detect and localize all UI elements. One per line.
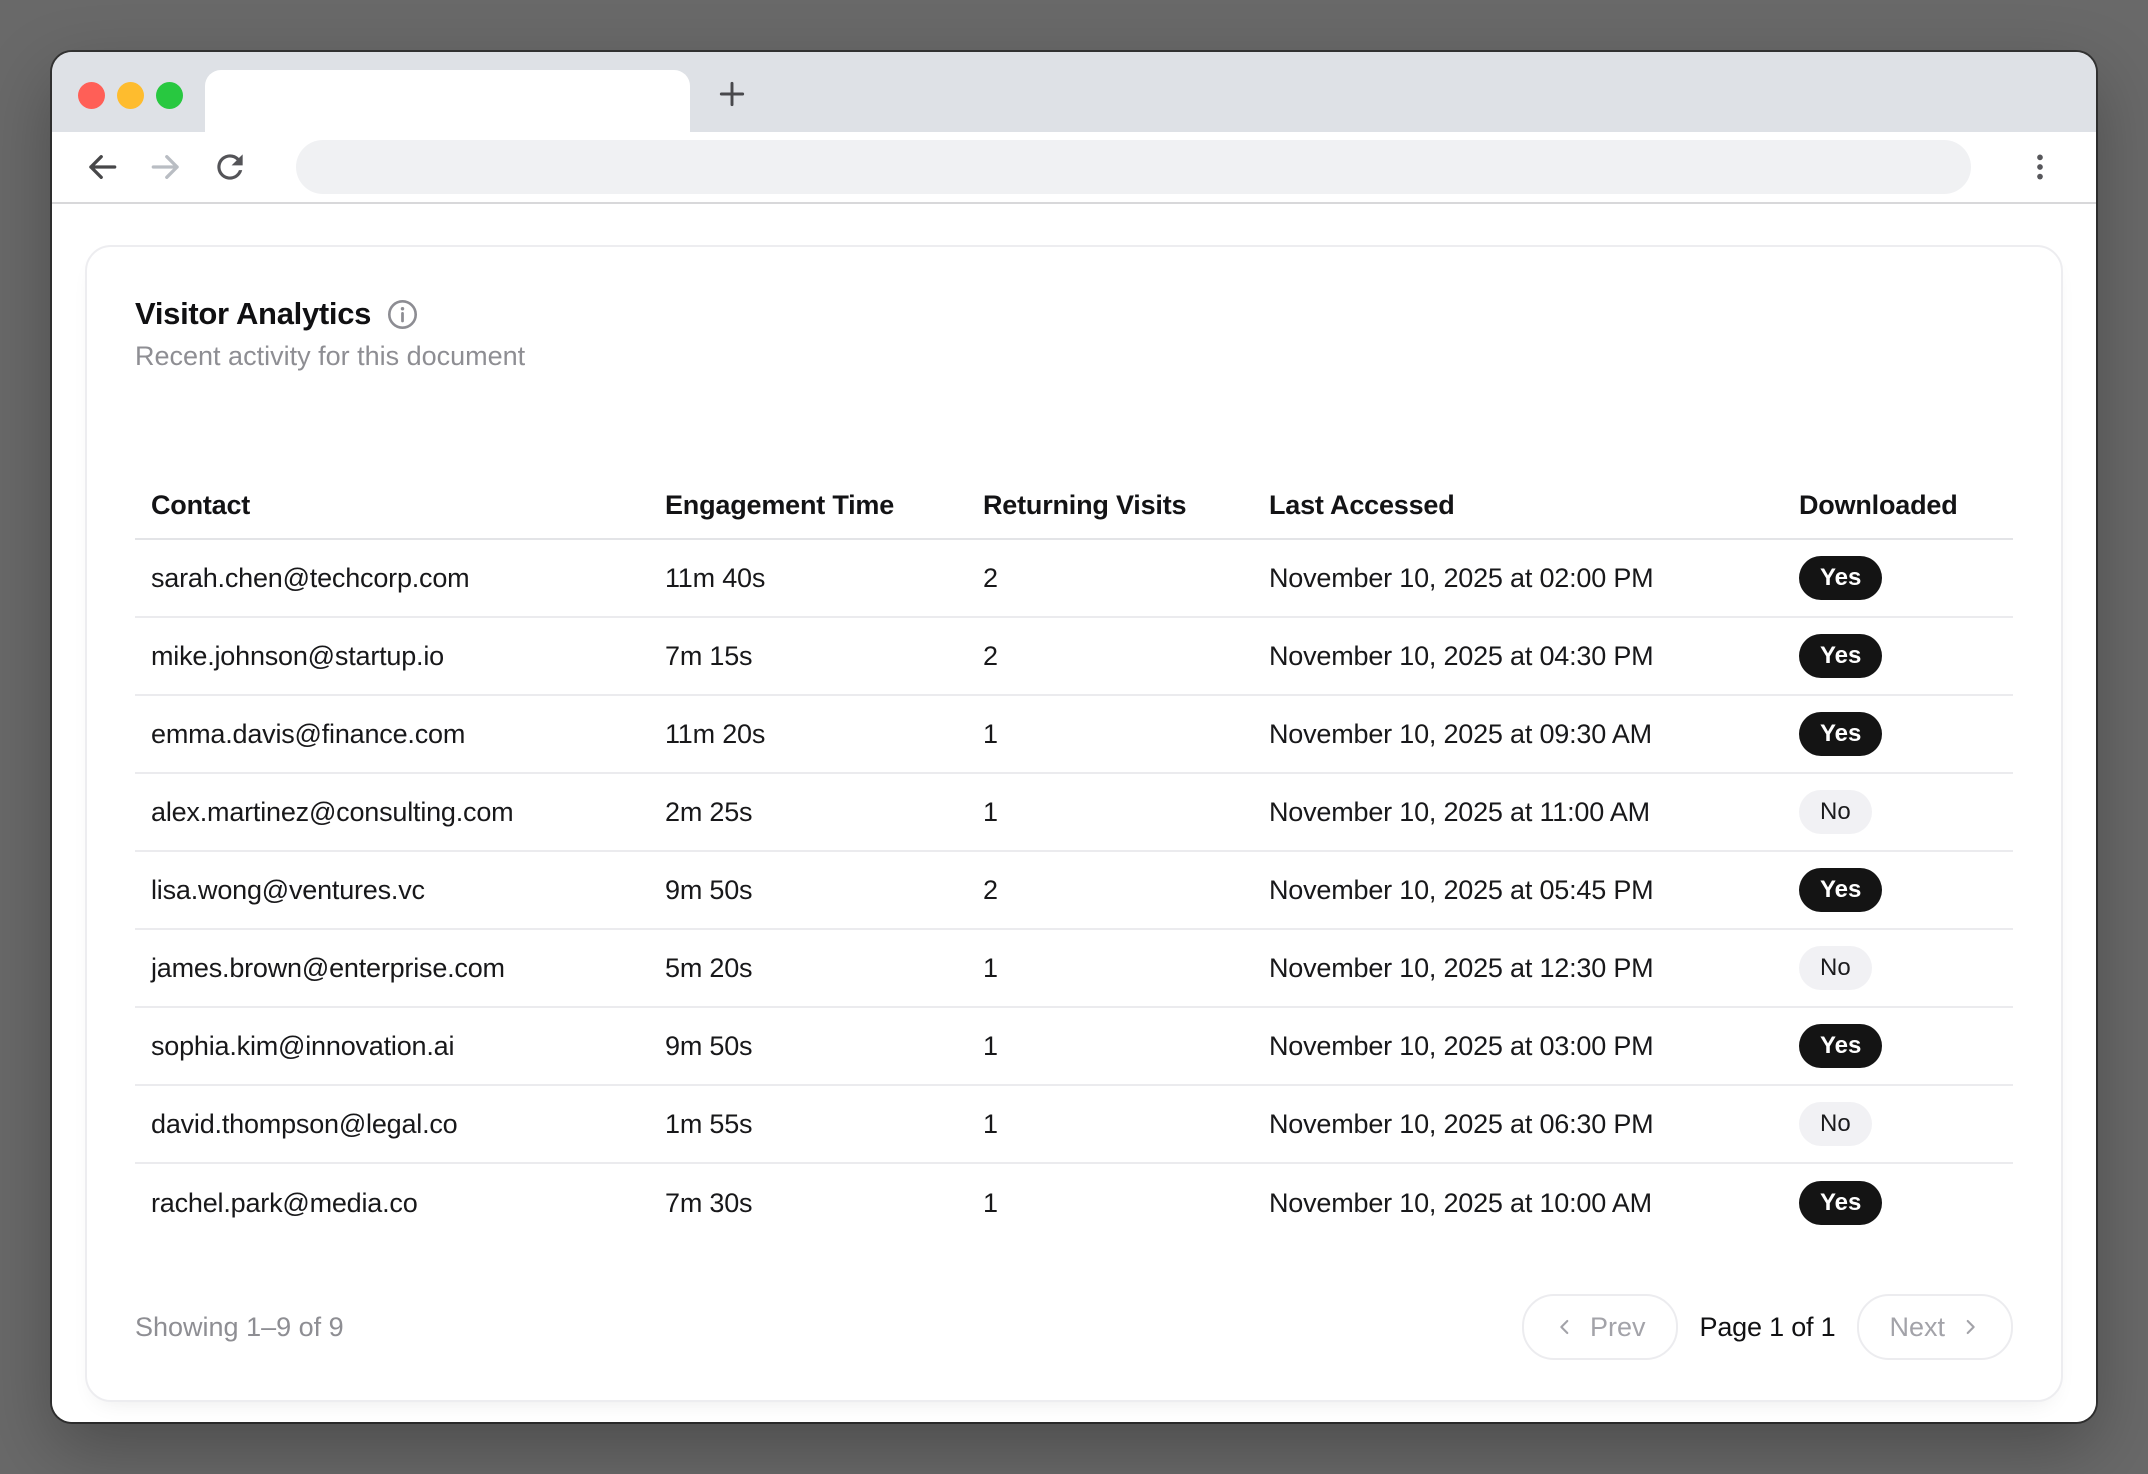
page-indicator: Page 1 of 1 <box>1700 1312 1836 1343</box>
engagement-time-cell: 9m 50s <box>665 1031 983 1062</box>
browser-tabstrip <box>52 52 2096 132</box>
engagement-time-cell: 9m 50s <box>665 875 983 906</box>
table-row: lisa.wong@ventures.vc 9m 50s 2 November … <box>135 852 2013 930</box>
returning-visits-cell: 1 <box>983 1031 1269 1062</box>
maximize-window-button[interactable] <box>156 82 183 109</box>
column-header-returning-visits: Returning Visits <box>983 490 1269 521</box>
table-row: mike.johnson@startup.io 7m 15s 2 Novembe… <box>135 618 2013 696</box>
contact-cell: david.thompson@legal.co <box>135 1109 665 1140</box>
visitor-analytics-card: Visitor Analytics Recent activity for th… <box>85 245 2063 1402</box>
engagement-time-cell: 5m 20s <box>665 953 983 984</box>
table-row: james.brown@enterprise.com 5m 20s 1 Nove… <box>135 930 2013 1008</box>
contact-cell: sophia.kim@innovation.ai <box>135 1031 665 1062</box>
table-header-row: Contact Engagement Time Returning Visits… <box>135 490 2013 540</box>
last-accessed-cell: November 10, 2025 at 03:00 PM <box>1269 1031 1799 1062</box>
contact-cell: emma.davis@finance.com <box>135 719 665 750</box>
showing-count-text: Showing 1–9 of 9 <box>135 1312 344 1343</box>
returning-visits-cell: 1 <box>983 953 1269 984</box>
downloaded-badge: Yes <box>1799 868 1882 912</box>
browser-window: Visitor Analytics Recent activity for th… <box>52 52 2096 1422</box>
page-title: Visitor Analytics <box>135 296 371 332</box>
reload-button[interactable] <box>210 147 250 187</box>
engagement-time-cell: 11m 20s <box>665 719 983 750</box>
returning-visits-cell: 2 <box>983 875 1269 906</box>
contact-cell: sarah.chen@techcorp.com <box>135 563 665 594</box>
returning-visits-cell: 1 <box>983 797 1269 828</box>
engagement-time-cell: 11m 40s <box>665 563 983 594</box>
column-header-engagement-time: Engagement Time <box>665 490 983 521</box>
info-icon[interactable] <box>386 298 419 331</box>
table-row: emma.davis@finance.com 11m 20s 1 Novembe… <box>135 696 2013 774</box>
close-window-button[interactable] <box>78 82 105 109</box>
returning-visits-cell: 1 <box>983 1188 1269 1219</box>
window-controls <box>78 82 183 109</box>
table-row: rachel.park@media.co 7m 30s 1 November 1… <box>135 1164 2013 1242</box>
reload-icon <box>211 148 249 186</box>
next-page-label: Next <box>1889 1312 1945 1343</box>
table-footer: Showing 1–9 of 9 Prev Page 1 of 1 Next <box>135 1294 2013 1360</box>
back-arrow-icon <box>83 148 121 186</box>
contact-cell: mike.johnson@startup.io <box>135 641 665 672</box>
contact-cell: james.brown@enterprise.com <box>135 953 665 984</box>
last-accessed-cell: November 10, 2025 at 05:45 PM <box>1269 875 1799 906</box>
contact-cell: alex.martinez@consulting.com <box>135 797 665 828</box>
last-accessed-cell: November 10, 2025 at 11:00 AM <box>1269 797 1799 828</box>
pagination: Prev Page 1 of 1 Next <box>1522 1294 2013 1360</box>
downloaded-badge: Yes <box>1799 1024 1882 1068</box>
prev-page-label: Prev <box>1590 1312 1646 1343</box>
last-accessed-cell: November 10, 2025 at 12:30 PM <box>1269 953 1799 984</box>
engagement-time-cell: 7m 30s <box>665 1188 983 1219</box>
table-row: alex.martinez@consulting.com 2m 25s 1 No… <box>135 774 2013 852</box>
last-accessed-cell: November 10, 2025 at 02:00 PM <box>1269 563 1799 594</box>
downloaded-badge: Yes <box>1799 1181 1882 1225</box>
column-header-last-accessed: Last Accessed <box>1269 490 1799 521</box>
forward-arrow-icon <box>147 148 185 186</box>
downloaded-badge: Yes <box>1799 634 1882 678</box>
last-accessed-cell: November 10, 2025 at 09:30 AM <box>1269 719 1799 750</box>
engagement-time-cell: 1m 55s <box>665 1109 983 1140</box>
chevron-right-icon <box>1959 1316 1981 1338</box>
forward-button[interactable] <box>146 147 186 187</box>
prev-page-button[interactable]: Prev <box>1522 1294 1678 1360</box>
returning-visits-cell: 1 <box>983 719 1269 750</box>
contact-cell: rachel.park@media.co <box>135 1188 665 1219</box>
last-accessed-cell: November 10, 2025 at 04:30 PM <box>1269 641 1799 672</box>
visitor-table: Contact Engagement Time Returning Visits… <box>135 490 2013 1242</box>
browser-menu-button[interactable] <box>2020 147 2060 187</box>
last-accessed-cell: November 10, 2025 at 10:00 AM <box>1269 1188 1799 1219</box>
table-row: david.thompson@legal.co 1m 55s 1 Novembe… <box>135 1086 2013 1164</box>
contact-cell: lisa.wong@ventures.vc <box>135 875 665 906</box>
address-bar[interactable] <box>296 140 1971 194</box>
page-subtitle: Recent activity for this document <box>135 340 2013 372</box>
table-row: sarah.chen@techcorp.com 11m 40s 2 Novemb… <box>135 540 2013 618</box>
new-tab-button[interactable] <box>712 74 752 114</box>
page-content: Visitor Analytics Recent activity for th… <box>52 204 2096 1422</box>
next-page-button[interactable]: Next <box>1857 1294 2013 1360</box>
engagement-time-cell: 2m 25s <box>665 797 983 828</box>
downloaded-badge: No <box>1799 1102 1872 1146</box>
column-header-contact: Contact <box>135 490 665 521</box>
returning-visits-cell: 2 <box>983 641 1269 672</box>
returning-visits-cell: 1 <box>983 1109 1269 1140</box>
back-button[interactable] <box>82 147 122 187</box>
kebab-menu-icon <box>2023 150 2057 184</box>
downloaded-badge: Yes <box>1799 556 1882 600</box>
minimize-window-button[interactable] <box>117 82 144 109</box>
new-tab-plus-icon <box>716 78 748 110</box>
downloaded-badge: No <box>1799 790 1872 834</box>
last-accessed-cell: November 10, 2025 at 06:30 PM <box>1269 1109 1799 1140</box>
column-header-downloaded: Downloaded <box>1799 490 2013 521</box>
table-row: sophia.kim@innovation.ai 9m 50s 1 Novemb… <box>135 1008 2013 1086</box>
downloaded-badge: Yes <box>1799 712 1882 756</box>
browser-tab-active[interactable] <box>205 70 690 132</box>
chevron-left-icon <box>1554 1316 1576 1338</box>
returning-visits-cell: 2 <box>983 563 1269 594</box>
engagement-time-cell: 7m 15s <box>665 641 983 672</box>
table-body: sarah.chen@techcorp.com 11m 40s 2 Novemb… <box>135 540 2013 1242</box>
downloaded-badge: No <box>1799 946 1872 990</box>
browser-toolbar <box>52 132 2096 204</box>
